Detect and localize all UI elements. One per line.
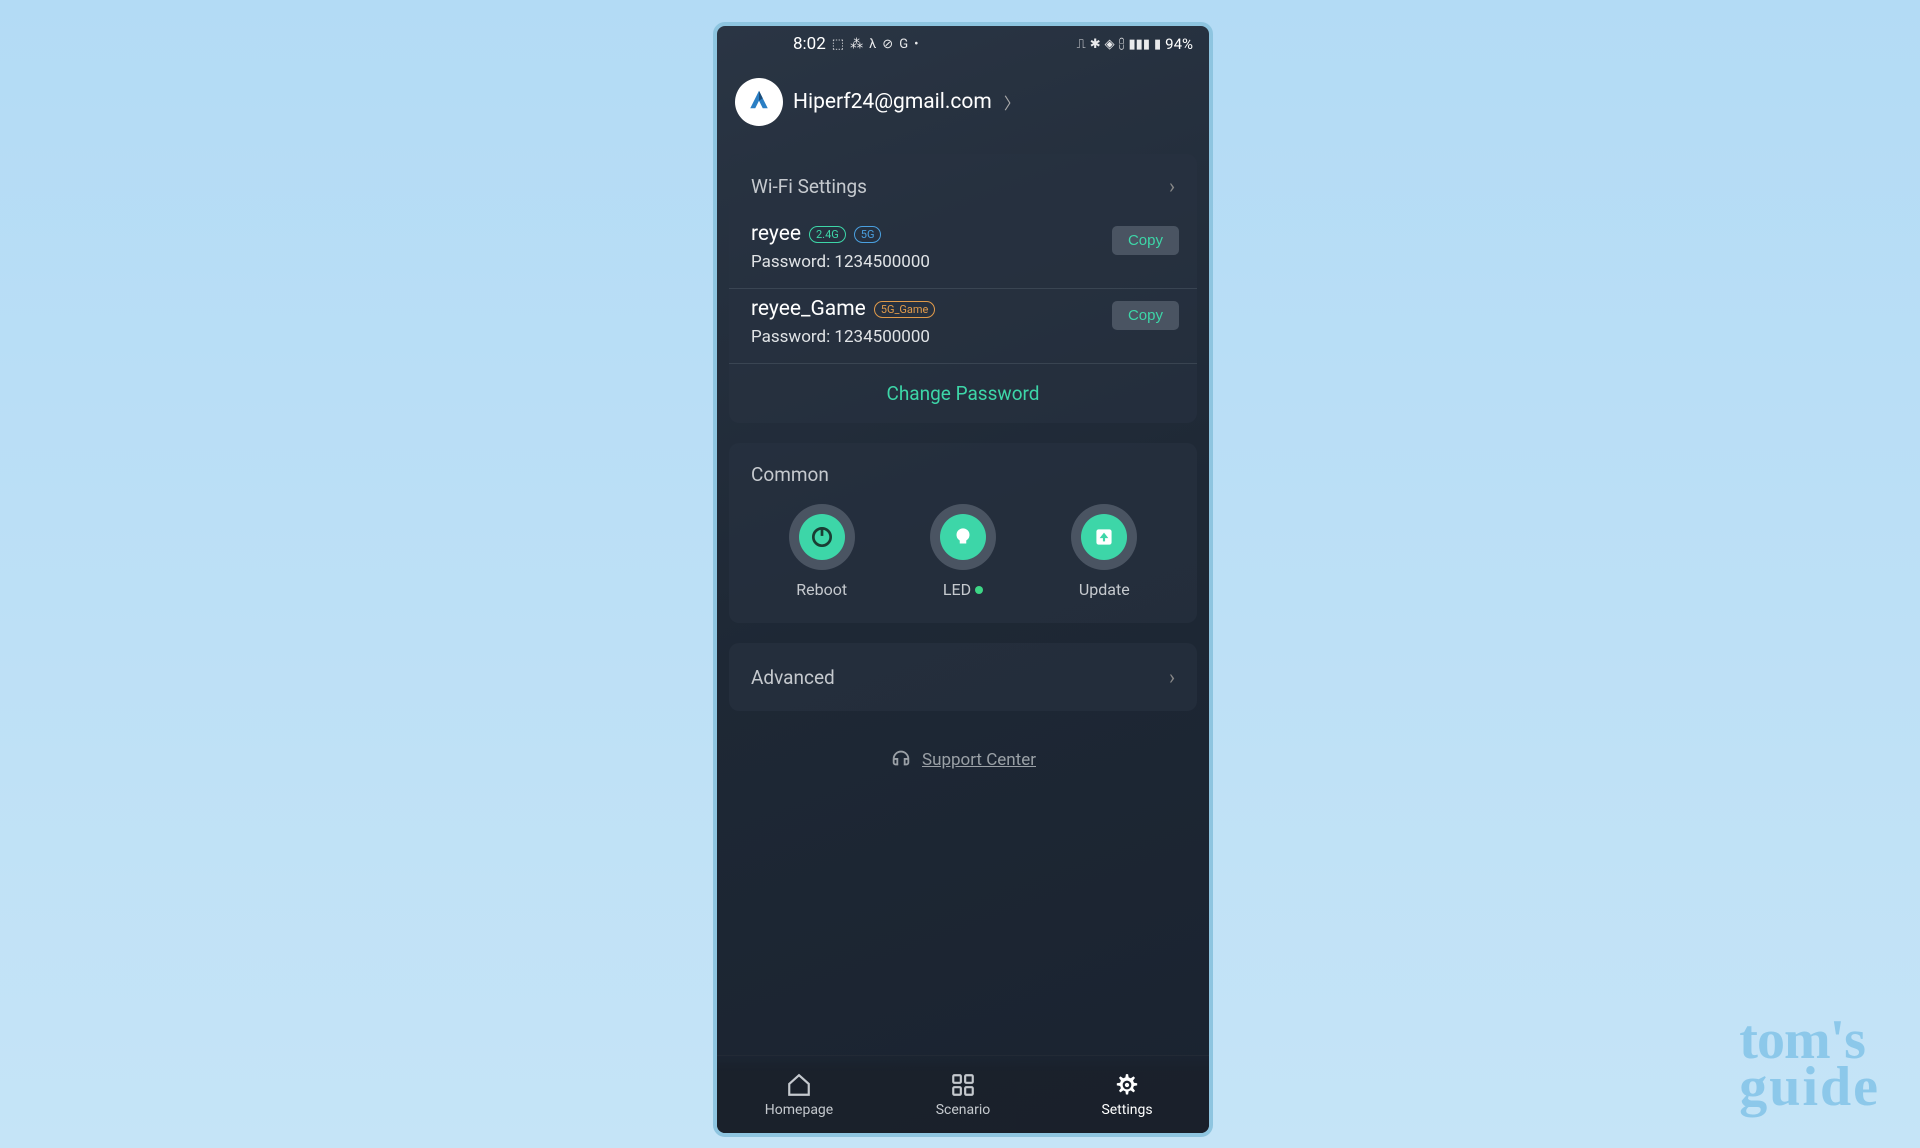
status-dot-icon	[975, 586, 983, 594]
nav-homepage[interactable]: Homepage	[717, 1056, 881, 1133]
badge-5g-game: 5G_Game	[874, 301, 936, 318]
update-label: Update	[1079, 580, 1130, 599]
battery-percent: 94%	[1165, 35, 1193, 53]
support-center-label: Support Center	[922, 750, 1036, 770]
status-dot-icon: •	[914, 37, 918, 52]
nav-scenario-label: Scenario	[936, 1102, 991, 1118]
app-screen: 8:02 ⬚ ⁂ λ ⊘ G • ⎍ ✱ ◈ ⩉ ▮▮▮ ▮ 94%	[717, 26, 1209, 1133]
chevron-right-icon: 〉	[1004, 90, 1020, 114]
wifi-network-item: reyee_Game 5G_Game Password: 1234500000 …	[729, 289, 1197, 364]
watermark: tom's guide	[1739, 1017, 1880, 1112]
status-apps-icon: ⁂	[850, 37, 863, 52]
common-title: Common	[751, 463, 1175, 486]
status-clock-icon: ⊘	[882, 37, 893, 52]
headset-icon	[890, 747, 912, 773]
led-label: LED	[943, 580, 971, 599]
account-email: Hiperf24@gmail.com	[793, 90, 992, 114]
grid-icon	[950, 1072, 976, 1098]
wifi-settings-card: Wi-Fi Settings › reyee 2.4G 5G Password:…	[729, 154, 1197, 423]
home-icon	[786, 1072, 812, 1098]
battery-icon: ▮	[1154, 37, 1161, 52]
avatar	[735, 78, 783, 126]
update-button[interactable]: Update	[1071, 504, 1137, 599]
wifi-password-label: Password: 1234500000	[751, 327, 1175, 347]
copy-button[interactable]: Copy	[1112, 301, 1179, 330]
gear-icon	[1114, 1072, 1140, 1098]
avatar-logo-icon	[744, 87, 774, 117]
advanced-label: Advanced	[751, 666, 835, 689]
wifi-icon: ◈	[1105, 37, 1115, 52]
bulb-icon	[950, 524, 976, 550]
support-center-link[interactable]: Support Center	[717, 747, 1209, 773]
power-icon	[809, 524, 835, 550]
status-bar: 8:02 ⬚ ⁂ λ ⊘ G • ⎍ ✱ ◈ ⩉ ▮▮▮ ▮ 94%	[717, 26, 1209, 58]
nav-scenario[interactable]: Scenario	[881, 1056, 1045, 1133]
chevron-right-icon: ›	[1169, 665, 1175, 689]
upload-icon	[1091, 524, 1117, 550]
wifi-password-label: Password: 1234500000	[751, 252, 1175, 272]
nav-settings-label: Settings	[1101, 1102, 1152, 1118]
vowifi-icon: ⩉	[1119, 37, 1125, 52]
badge-5g: 5G	[854, 226, 882, 243]
change-password-link[interactable]: Change Password	[729, 364, 1197, 423]
badge-24g: 2.4G	[809, 226, 846, 243]
bottom-nav: Homepage Scenario	[717, 1055, 1209, 1133]
status-lambda-icon: λ	[869, 37, 876, 52]
account-row[interactable]: Hiperf24@gmail.com 〉	[717, 58, 1209, 144]
phone-frame: 8:02 ⬚ ⁂ λ ⊘ G • ⎍ ✱ ◈ ⩉ ▮▮▮ ▮ 94%	[713, 22, 1213, 1137]
status-time: 8:02	[793, 34, 826, 54]
advanced-row[interactable]: Advanced ›	[729, 643, 1197, 711]
chevron-right-icon: ›	[1169, 174, 1175, 198]
status-google-icon: G	[899, 37, 908, 52]
common-card: Common Reboot	[729, 443, 1197, 623]
wifi-network-item: reyee 2.4G 5G Password: 1234500000 Copy	[729, 214, 1197, 289]
led-button[interactable]: LED	[930, 504, 996, 599]
nfc-icon: ⎍	[1077, 37, 1086, 52]
wifi-ssid: reyee	[751, 222, 801, 246]
wifi-settings-header[interactable]: Wi-Fi Settings ›	[729, 154, 1197, 214]
watermark-line2: guide	[1739, 1064, 1880, 1112]
nav-settings[interactable]: Settings	[1045, 1056, 1209, 1133]
wifi-ssid: reyee_Game	[751, 297, 866, 321]
bluetooth-icon: ✱	[1090, 37, 1101, 52]
reboot-label: Reboot	[796, 580, 847, 599]
reboot-button[interactable]: Reboot	[789, 504, 855, 599]
wifi-settings-title: Wi-Fi Settings	[751, 175, 867, 198]
copy-button[interactable]: Copy	[1112, 226, 1179, 255]
nav-homepage-label: Homepage	[765, 1102, 833, 1118]
status-misc-icon: ⬚	[832, 37, 844, 52]
signal-icon: ▮▮▮	[1129, 37, 1150, 52]
